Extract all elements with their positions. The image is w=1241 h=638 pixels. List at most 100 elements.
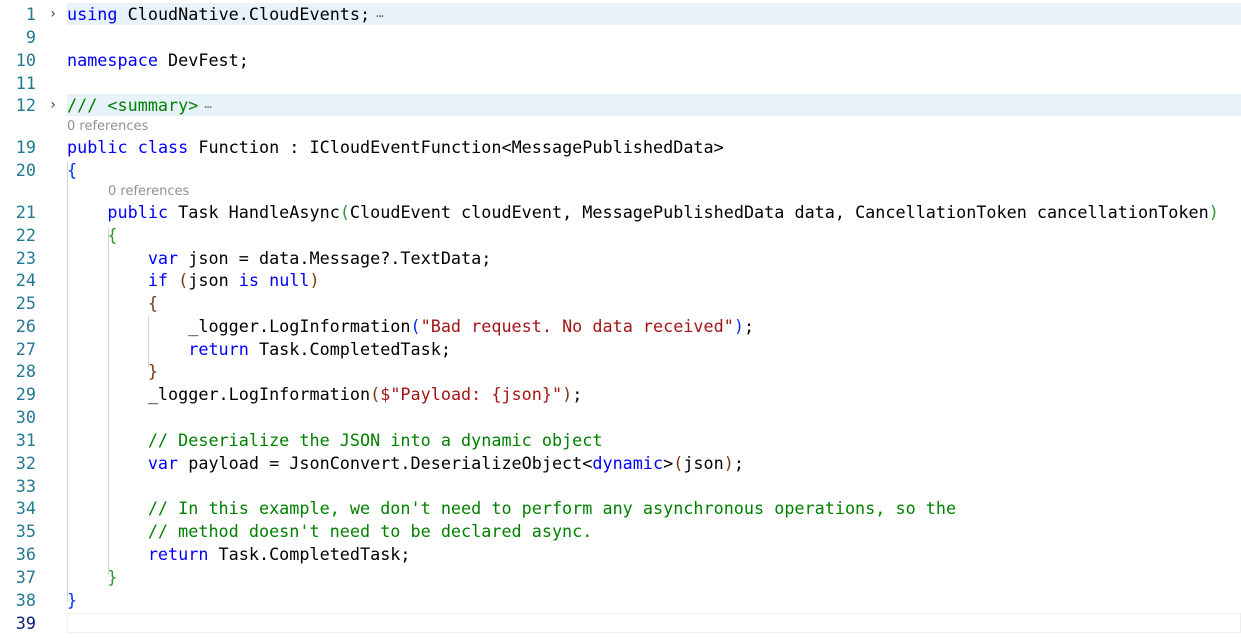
code-line[interactable]: // Deserialize the JSON into a dynamic o… [67,429,603,451]
code-token: ) [562,384,573,404]
code-line[interactable]: _logger.LogInformation($"Payload: {json}… [67,383,582,405]
code-token: Function : ICloudEventFunction<MessagePu… [188,137,724,157]
folded-ellipsis-icon[interactable]: ⋯ [204,100,211,114]
line-number: 10 [15,50,36,70]
code-line[interactable]: _logger.LogInformation("Bad request. No … [67,315,754,337]
code-line[interactable]: if (json is null) [67,269,320,291]
code-line[interactable]: var payload = JsonConvert.DeserializeObj… [67,452,744,474]
code-line[interactable]: using CloudNative.CloudEvents; ⋯ [67,3,383,27]
line-number: 23 [15,248,36,268]
line-number: 24 [15,270,36,290]
line-number: 26 [15,316,36,336]
line-number: 19 [15,137,36,157]
line-number: 36 [15,544,36,564]
code-token: Task.CompletedTask; [248,339,451,359]
code-line[interactable]: } [67,360,158,382]
code-token: is [238,270,260,290]
code-token: var [147,453,179,473]
line-number: 25 [15,293,36,313]
folded-region-highlight [67,94,1241,116]
line-number: 1 [25,4,36,24]
line-number: 22 [15,225,36,245]
code-token: { [147,293,158,313]
code-line[interactable]: } [67,566,118,588]
code-token: ; [572,384,583,404]
codelens-references[interactable]: 0 references [67,119,148,135]
code-token: { [67,160,78,180]
code-token: $"Payload: {json}" [380,384,563,404]
line-number: 29 [15,384,36,404]
folded-ellipsis-icon[interactable]: ⋯ [376,9,383,23]
code-token: public [67,137,128,157]
line-number: 11 [15,73,36,93]
line-number: 9 [25,27,36,47]
code-line[interactable]: public class Function : ICloudEventFunct… [67,136,724,158]
code-token: CloudEvent cloudEvent, MessagePublishedD… [349,202,1209,222]
line-number: 21 [15,202,36,222]
line-number: 27 [15,339,36,359]
line-number: 33 [15,476,36,496]
codelens-references[interactable]: 0 references [108,184,189,200]
code-token: ) [723,453,734,473]
code-line[interactable]: /// <summary> ⋯ [67,94,212,118]
code-line[interactable]: { [67,224,118,246]
code-token: } [107,567,118,587]
code-line[interactable]: { [67,292,158,314]
line-number: 31 [15,430,36,450]
fold-chevron-right-icon[interactable]: › [47,94,59,116]
code-token: _logger.LogInformation [67,384,371,404]
code-token: DevFest; [157,50,249,70]
code-token: namespace [67,50,158,70]
code-token: > [663,453,674,473]
code-token: ; [733,453,744,473]
code-token: "Bad request. No data received" [420,316,734,336]
code-token: payload = JsonConvert.DeserializeObject< [178,453,593,473]
code-line[interactable]: public Task HandleAsync(CloudEvent cloud… [67,201,1219,223]
code-token: var [147,248,179,268]
code-token: _logger.LogInformation [67,316,411,336]
line-number: 12 [15,95,36,115]
code-token: ( [339,202,350,222]
code-line[interactable]: // In this example, we don't need to per… [67,497,956,519]
code-token: } [67,590,78,610]
fold-chevron-right-icon[interactable]: › [47,3,59,25]
line-number: 30 [15,407,36,427]
code-token: return [188,339,249,359]
code-token: } [147,361,158,381]
code-token: json [188,270,239,290]
code-token: { [107,225,118,245]
code-token: Task HandleAsync [168,202,340,222]
line-number: 39 [15,613,36,633]
code-line[interactable]: // method doesn't need to be declared as… [67,520,593,542]
code-line[interactable]: return Task.CompletedTask; [67,543,411,565]
code-editor[interactable]: 1 › using CloudNative.CloudEvents; ⋯ 9 10 name… [0,0,1241,638]
code-token: // method doesn't need to be declared as… [147,521,593,541]
code-token: CloudNative.CloudEvents; [117,4,371,24]
code-token: dynamic [592,453,664,473]
code-line[interactable]: { [67,159,77,181]
code-line[interactable]: namespace DevFest; [67,49,249,71]
code-token: ) [1208,202,1219,222]
code-token: ( [410,316,421,336]
code-token: ( [178,270,189,290]
code-line[interactable]: } [67,589,77,611]
code-line[interactable]: return Task.CompletedTask; [67,338,451,360]
code-line[interactable]: var json = data.Message?.TextData; [67,247,492,269]
code-token: ( [673,453,684,473]
